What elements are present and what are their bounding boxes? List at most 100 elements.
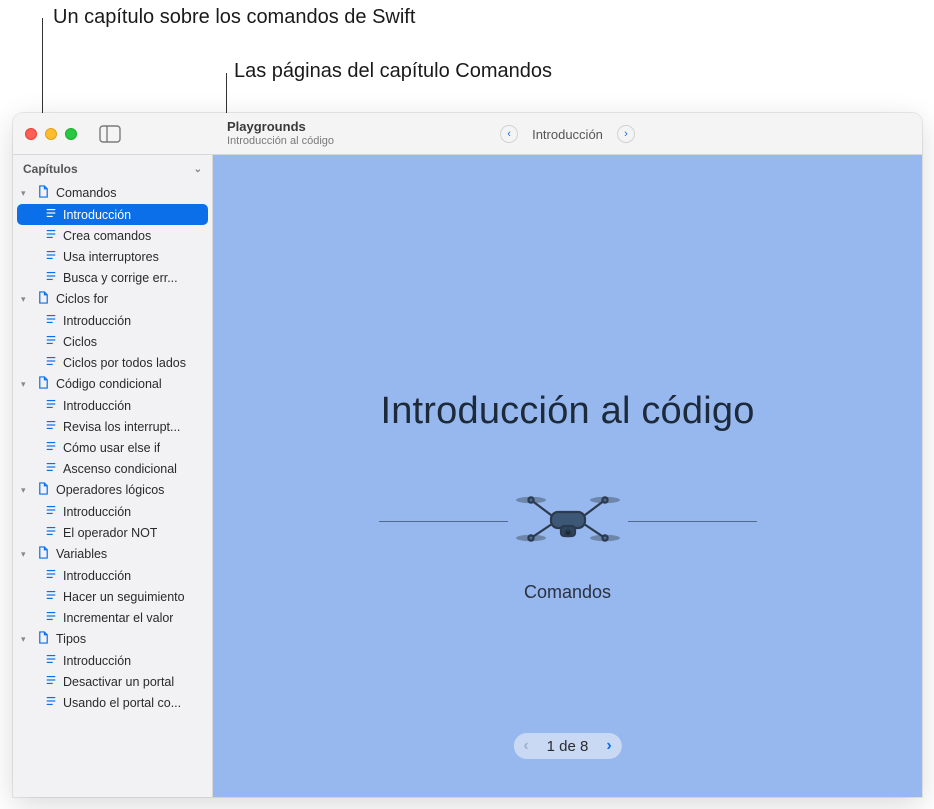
document-icon: [37, 185, 50, 201]
page-icon: [45, 207, 57, 222]
chapter-label: Tipos: [56, 632, 86, 646]
page-icon: [45, 419, 57, 434]
drone-illustration: [508, 488, 628, 554]
window-controls: [25, 128, 77, 140]
page-icon: [45, 228, 57, 243]
page-label: Ascenso condicional: [63, 462, 177, 476]
page-label: El operador NOT: [63, 526, 157, 540]
sidebar-chapter[interactable]: ▾ Código condicional: [13, 373, 212, 395]
page-icon: [45, 674, 57, 689]
page-icon: [45, 270, 57, 285]
zoom-window-button[interactable]: [65, 128, 77, 140]
page-icon: [45, 589, 57, 604]
sidebar-page[interactable]: Cómo usar else if: [13, 437, 212, 458]
pager-prev-button[interactable]: ‹: [523, 737, 528, 755]
sidebar-chapter[interactable]: ▾ Comandos: [13, 182, 212, 204]
close-window-button[interactable]: [25, 128, 37, 140]
sidebar-page[interactable]: El operador NOT: [13, 522, 212, 543]
callout-pages-text: Las páginas del capítulo Comandos: [234, 60, 552, 83]
titlebar-titles: Playgrounds Introducción al código: [227, 120, 334, 148]
content-title: Introducción al código: [380, 390, 754, 433]
page-label: Introducción: [63, 569, 131, 583]
page-icon: [45, 249, 57, 264]
chevron-down-icon: ⌄: [194, 164, 202, 175]
page-label: Ciclos: [63, 335, 97, 349]
page-label: Busca y corrige err...: [63, 271, 178, 285]
titlebar: Playgrounds Introducción al código ‹ Int…: [13, 113, 922, 155]
page-label: Introducción: [63, 399, 131, 413]
page-icon: [45, 525, 57, 540]
page-label: Crea comandos: [63, 229, 151, 243]
page-icon: [45, 695, 57, 710]
disclosure-triangle-icon[interactable]: ▾: [21, 634, 31, 645]
sidebar-toggle-icon[interactable]: [99, 125, 121, 143]
chapter-label: Comandos: [56, 186, 116, 200]
content-subtitle: Comandos: [524, 582, 611, 603]
chapter-label: Variables: [56, 547, 107, 561]
disclosure-triangle-icon[interactable]: ▾: [21, 379, 31, 390]
sidebar-page[interactable]: Usa interruptores: [13, 246, 212, 267]
sidebar-chapter[interactable]: ▾ Variables: [13, 543, 212, 565]
sidebar-page[interactable]: Busca y corrige err...: [13, 267, 212, 288]
sidebar-page[interactable]: Introducción: [13, 501, 212, 522]
page-icon: [45, 313, 57, 328]
pager: ‹ 1 de 8 ›: [513, 733, 621, 759]
page-label: Introducción: [63, 314, 131, 328]
current-page-label: Introducción: [532, 127, 603, 142]
page-icon: [45, 461, 57, 476]
sidebar-page[interactable]: Crea comandos: [13, 225, 212, 246]
page-icon: [45, 504, 57, 519]
page-label: Incrementar el valor: [63, 611, 173, 625]
page-icon: [45, 610, 57, 625]
sidebar-chapter[interactable]: ▾ Ciclos for: [13, 288, 212, 310]
sidebar-chapter[interactable]: ▾ Tipos: [13, 628, 212, 650]
app-subtitle: Introducción al código: [227, 135, 334, 148]
sidebar-page[interactable]: Incrementar el valor: [13, 607, 212, 628]
disclosure-triangle-icon[interactable]: ▾: [21, 549, 31, 560]
callout-chapter-text: Un capítulo sobre los comandos de Swift: [53, 6, 415, 29]
page-label: Revisa los interrupt...: [63, 420, 180, 434]
chapter-label: Ciclos for: [56, 292, 108, 306]
titlebar-center: Playgrounds Introducción al código ‹ Int…: [213, 113, 922, 155]
sidebar-header[interactable]: Capítulos ⌄: [13, 155, 212, 182]
page-label: Desactivar un portal: [63, 675, 174, 689]
sidebar-page[interactable]: Ciclos: [13, 331, 212, 352]
divider-left: [379, 521, 508, 522]
page-label: Introducción: [63, 505, 131, 519]
page-icon: [45, 398, 57, 413]
disclosure-triangle-icon[interactable]: ▾: [21, 294, 31, 305]
page-label: Cómo usar else if: [63, 441, 160, 455]
sidebar-page[interactable]: Introducción: [13, 395, 212, 416]
chapter-label: Código condicional: [56, 377, 162, 391]
sidebar-page[interactable]: Usando el portal co...: [13, 692, 212, 713]
sidebar-header-label: Capítulos: [23, 162, 78, 176]
sidebar-page[interactable]: Introducción: [13, 310, 212, 331]
disclosure-triangle-icon[interactable]: ▾: [21, 485, 31, 496]
sidebar-page[interactable]: Hacer un seguimiento: [13, 586, 212, 607]
app-window: Playgrounds Introducción al código ‹ Int…: [13, 113, 922, 797]
page-label: Usando el portal co...: [63, 696, 181, 710]
page-icon: [45, 653, 57, 668]
nav-next-button[interactable]: ›: [617, 125, 635, 143]
page-label: Introducción: [63, 654, 131, 668]
document-icon: [37, 546, 50, 562]
disclosure-triangle-icon[interactable]: ▾: [21, 188, 31, 199]
sidebar-page[interactable]: Introducción: [17, 204, 208, 225]
sidebar-page[interactable]: Introducción: [13, 650, 212, 671]
page-icon: [45, 334, 57, 349]
app-title: Playgrounds: [227, 120, 334, 135]
divider-right: [628, 521, 757, 522]
minimize-window-button[interactable]: [45, 128, 57, 140]
sidebar-page[interactable]: Revisa los interrupt...: [13, 416, 212, 437]
sidebar-page[interactable]: Introducción: [13, 565, 212, 586]
sidebar-chapter[interactable]: ▾Operadores lógicos: [13, 479, 212, 501]
sidebar: Capítulos ⌄ ▾ Comandos Introducción Crea co…: [13, 155, 213, 797]
sidebar-page[interactable]: Ascenso condicional: [13, 458, 212, 479]
pager-next-button[interactable]: ›: [606, 737, 611, 755]
sidebar-page[interactable]: Ciclos por todos lados: [13, 352, 212, 373]
nav-prev-button[interactable]: ‹: [500, 125, 518, 143]
content-divider-row: [379, 488, 757, 554]
page-label: Hacer un seguimiento: [63, 590, 185, 604]
sidebar-page[interactable]: Desactivar un portal: [13, 671, 212, 692]
document-icon: [37, 631, 50, 647]
